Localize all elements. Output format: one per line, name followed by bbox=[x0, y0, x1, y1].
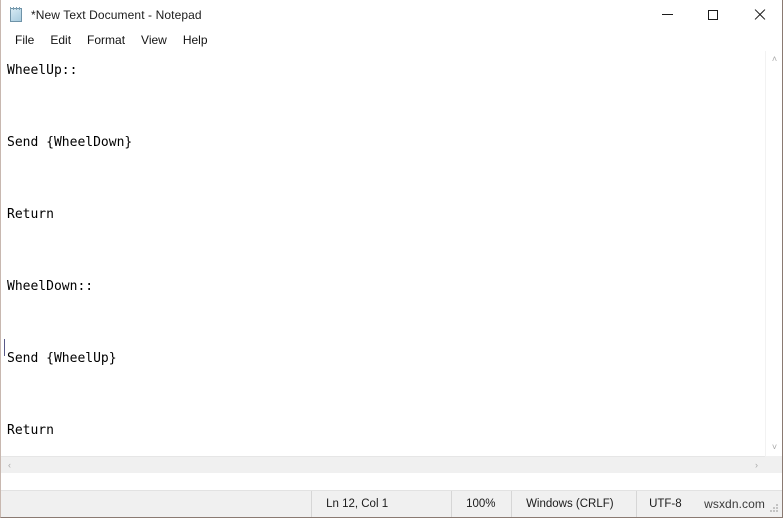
horizontal-scrollbar[interactable]: ‹ › bbox=[1, 456, 765, 473]
editor-area: WheelUp:: Send {WheelDown} Return WheelD… bbox=[1, 51, 782, 473]
resize-grip-icon[interactable] bbox=[768, 502, 780, 514]
close-button[interactable] bbox=[736, 0, 782, 29]
window-title: *New Text Document - Notepad bbox=[31, 7, 202, 22]
minimize-button[interactable] bbox=[644, 0, 690, 29]
scroll-right-icon[interactable]: › bbox=[748, 457, 765, 473]
status-line-ending: Windows (CRLF) bbox=[511, 491, 636, 517]
scroll-left-icon[interactable]: ‹ bbox=[1, 457, 18, 473]
close-icon bbox=[753, 8, 766, 21]
menu-item-help[interactable]: Help bbox=[175, 31, 216, 49]
scroll-down-icon[interactable]: ˅ bbox=[766, 439, 782, 456]
menu-bar: File Edit Format View Help bbox=[1, 29, 782, 51]
notepad-window: *New Text Document - Notepad File Edit F… bbox=[0, 0, 783, 518]
watermark-text: wsxdn.com bbox=[704, 497, 765, 511]
minimize-icon bbox=[661, 14, 673, 15]
text-editor[interactable]: WheelUp:: Send {WheelDown} Return WheelD… bbox=[1, 51, 765, 456]
window-controls bbox=[644, 0, 782, 29]
menu-item-view[interactable]: View bbox=[133, 31, 175, 49]
notepad-icon bbox=[8, 6, 24, 23]
menu-item-file[interactable]: File bbox=[7, 31, 42, 49]
scrollbar-corner bbox=[765, 456, 782, 473]
scroll-up-icon[interactable]: ˄ bbox=[766, 51, 782, 68]
text-caret bbox=[4, 339, 5, 356]
title-bar[interactable]: *New Text Document - Notepad bbox=[1, 0, 782, 29]
vertical-scrollbar[interactable]: ˄ ˅ bbox=[765, 51, 782, 456]
document-text[interactable]: WheelUp:: Send {WheelDown} Return WheelD… bbox=[1, 51, 765, 449]
status-cursor-position: Ln 12, Col 1 bbox=[311, 491, 451, 517]
status-encoding: UTF-8 bbox=[636, 491, 698, 517]
status-zoom-level[interactable]: 100% bbox=[451, 491, 511, 517]
maximize-icon bbox=[708, 9, 718, 20]
menu-item-edit[interactable]: Edit bbox=[42, 31, 79, 49]
menu-item-format[interactable]: Format bbox=[79, 31, 133, 49]
maximize-button[interactable] bbox=[690, 0, 736, 29]
status-bar: Ln 12, Col 1 100% Windows (CRLF) UTF-8 w… bbox=[1, 490, 782, 517]
